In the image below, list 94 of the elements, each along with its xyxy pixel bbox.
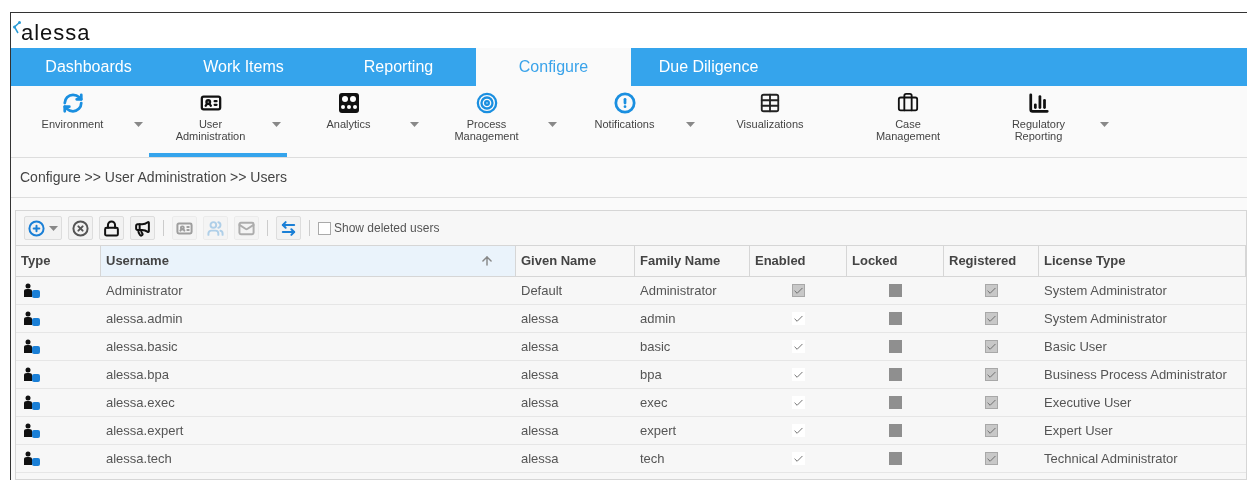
table-cell-text: exec xyxy=(640,393,668,412)
dropdown-caret-icon xyxy=(1100,122,1109,127)
ribbon-menu-item[interactable]: Visualizations xyxy=(701,86,839,157)
ribbon-menu-item[interactable]: Case Management xyxy=(839,86,977,157)
toolbar-button[interactable] xyxy=(68,216,93,240)
target-icon xyxy=(475,92,498,114)
table-cell-text: expert xyxy=(640,421,677,440)
table-cell-text: Expert User xyxy=(1044,421,1113,440)
user-database-icon xyxy=(24,282,41,299)
dropdown-caret-icon xyxy=(686,122,695,127)
table-cell-text: Business Process Administrator xyxy=(1044,365,1227,384)
column-header[interactable]: Registered xyxy=(944,246,1039,276)
table-cell-text: alessa.bpa xyxy=(106,365,169,384)
table-cell-text: alessa xyxy=(521,365,559,384)
table-cell-text: Administrator xyxy=(640,281,717,300)
bar-chart-icon xyxy=(1027,92,1050,114)
ribbon-menu-item[interactable]: User Administration xyxy=(149,86,287,157)
table-cell-text: alessa xyxy=(521,449,559,468)
ribbon-menu-item[interactable]: Notifications xyxy=(563,86,701,157)
ribbon-menu-item[interactable]: Process Management xyxy=(425,86,563,157)
menu-item-label: Case Management xyxy=(874,118,942,142)
column-header[interactable]: Family Name xyxy=(635,246,750,276)
ribbon-menu-item[interactable]: Analytics xyxy=(287,86,425,157)
checkbox[interactable] xyxy=(792,424,805,437)
table-cell-text: admin xyxy=(640,309,676,328)
menu-item-label: Regulatory Reporting xyxy=(1010,118,1067,142)
menu-item-label: Environment xyxy=(40,118,105,130)
user-database-icon xyxy=(24,310,41,327)
checkbox-label: Show deleted users xyxy=(334,220,440,237)
transfer-icon xyxy=(280,219,297,237)
checkbox[interactable] xyxy=(792,340,805,353)
column-header[interactable]: Enabled xyxy=(750,246,847,276)
table-cell-text: alessa xyxy=(521,337,559,356)
lock-icon xyxy=(103,219,120,237)
table-cell-text: Default xyxy=(521,281,563,300)
breadcrumb: Configure >> User Administration >> Users xyxy=(20,168,287,187)
column-header[interactable]: License Type xyxy=(1039,246,1246,276)
checkbox[interactable] xyxy=(792,396,805,409)
ribbon-menu-item[interactable]: Environment xyxy=(11,86,149,157)
table-cell-text: System Administrator xyxy=(1044,281,1167,300)
id-card-icon xyxy=(199,92,222,114)
arrows-cycle-icon xyxy=(61,92,84,114)
megaphone-icon xyxy=(134,219,151,237)
dropdown-caret-icon xyxy=(410,122,419,127)
user-database-icon xyxy=(24,366,41,383)
toolbar-button[interactable] xyxy=(130,216,155,240)
dropdown-caret-icon xyxy=(548,122,557,127)
remove-icon xyxy=(72,219,89,237)
alert-icon xyxy=(613,92,636,114)
table-cell-text: Executive User xyxy=(1044,393,1132,412)
menu-item-label: Notifications xyxy=(593,118,656,130)
table-cell-text: System Administrator xyxy=(1044,309,1167,328)
table-cell-text: alessa.admin xyxy=(106,309,183,328)
checkbox[interactable] xyxy=(792,312,805,325)
user-database-icon xyxy=(24,338,41,355)
menu-item-label: User Administration xyxy=(174,118,247,142)
toolbar-button[interactable] xyxy=(99,216,124,240)
column-header[interactable]: Given Name xyxy=(516,246,635,276)
menu-item-label: Analytics xyxy=(325,118,372,130)
checkbox[interactable] xyxy=(792,452,805,465)
dials-icon xyxy=(337,92,360,114)
menu-item-label: Visualizations xyxy=(735,118,805,130)
table-cell-text: alessa.basic xyxy=(106,337,178,356)
briefcase-icon xyxy=(897,92,919,114)
table-cell-text: alessa.exec xyxy=(106,393,175,412)
table-cell-text: basic xyxy=(640,337,671,356)
column-header[interactable]: Username xyxy=(101,246,516,276)
checkbox[interactable] xyxy=(318,221,331,235)
checkbox[interactable] xyxy=(792,368,805,381)
logo-node-icon xyxy=(13,21,21,35)
table-cell-text: Basic User xyxy=(1044,337,1107,356)
user-database-icon xyxy=(24,450,41,467)
column-header[interactable]: Locked xyxy=(847,246,944,276)
user-database-icon xyxy=(24,394,41,411)
table-cell-text: tech xyxy=(640,449,665,468)
table-cell-text: alessa.tech xyxy=(106,449,172,468)
user-database-icon xyxy=(24,422,41,439)
table-cell-text: bpa xyxy=(640,365,662,384)
table-cell-text: alessa.expert xyxy=(106,421,184,440)
mail-icon xyxy=(238,219,255,237)
table-cell-text: alessa xyxy=(521,421,559,440)
table-cell-text: Administrator xyxy=(106,281,183,300)
table-cell-text: alessa xyxy=(521,309,559,328)
dropdown-caret-icon xyxy=(134,122,143,127)
add-icon xyxy=(28,219,45,237)
logo-text: alessa xyxy=(21,20,91,47)
table-cell-text: Technical Administrator xyxy=(1044,449,1178,468)
table-cell-text: alessa xyxy=(521,393,559,412)
dropdown-caret-icon xyxy=(272,122,281,127)
menu-item-label: Process Management xyxy=(453,118,520,142)
table-icon xyxy=(759,92,781,114)
ribbon-menu-item[interactable]: Regulatory Reporting xyxy=(977,86,1115,157)
users-icon xyxy=(207,219,224,237)
caret-icon xyxy=(49,225,58,231)
